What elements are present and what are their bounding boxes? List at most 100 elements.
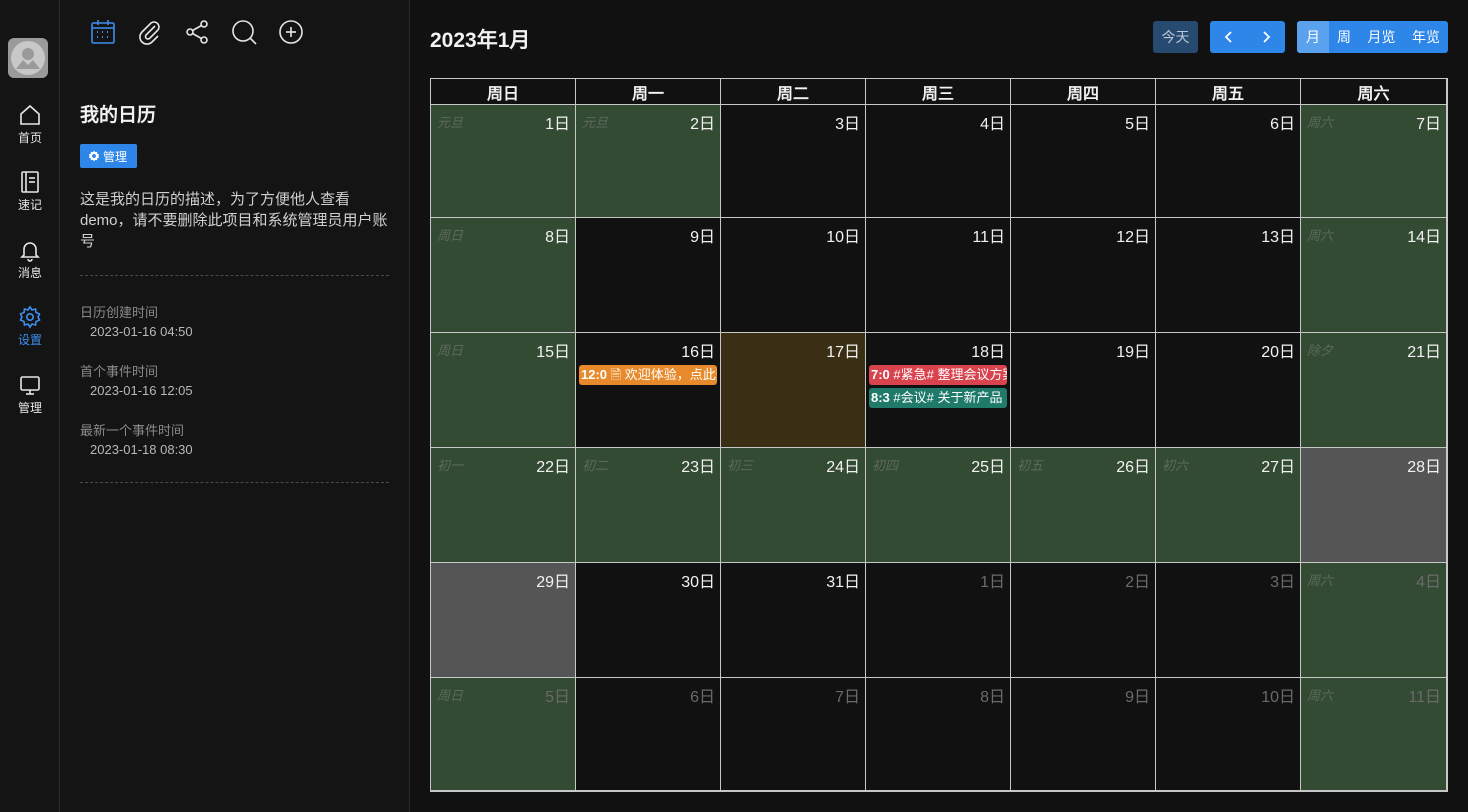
day-cell[interactable]: 12日 xyxy=(1011,218,1156,333)
day-cell[interactable]: 周日 5日 xyxy=(431,678,576,791)
day-number: 26日 xyxy=(1116,459,1150,476)
day-cell[interactable]: 周日 15日 xyxy=(431,333,576,448)
next-month-button[interactable] xyxy=(1247,21,1284,53)
manage-button[interactable]: 管理 xyxy=(80,144,138,168)
event-time: 8:3 xyxy=(871,390,890,405)
day-cell[interactable]: 4日 xyxy=(866,105,1011,218)
day-number: 18日 xyxy=(971,344,1005,361)
day-cell[interactable]: 初四 25日 xyxy=(866,448,1011,563)
nav-item-home[interactable]: 首页 xyxy=(0,103,60,159)
day-cell[interactable]: 2日 xyxy=(1011,563,1156,678)
day-cell[interactable]: 周六 14日 xyxy=(1301,218,1447,333)
event-title: #会议# 关于新产品 xyxy=(889,390,1003,405)
day-cell[interactable]: 9日 xyxy=(576,218,721,333)
nav-item-messages[interactable]: 消息 xyxy=(0,238,60,294)
day-cell[interactable]: 初三 24日 xyxy=(721,448,866,563)
nav-item-admin[interactable]: 管理 xyxy=(0,373,60,429)
event-time: 12:0 xyxy=(581,367,608,382)
divider xyxy=(80,482,389,483)
today-button[interactable]: 今天 xyxy=(1153,21,1198,53)
search-tool-button[interactable] xyxy=(230,18,258,46)
day-cell[interactable]: 20日 xyxy=(1156,333,1301,448)
share-tool-button[interactable] xyxy=(183,18,211,46)
day-cell[interactable]: 初二 23日 xyxy=(576,448,721,563)
weekday-header: 周二 xyxy=(721,79,866,105)
nav-label: 管理 xyxy=(17,401,42,415)
day-number: 8日 xyxy=(545,229,570,246)
home-icon xyxy=(20,104,40,125)
event-chip[interactable]: 8:3 #会议# 关于新产品 xyxy=(869,388,1007,408)
chevron-right-icon xyxy=(1262,31,1270,43)
day-number: 31日 xyxy=(826,574,860,591)
day-cell[interactable]: 周六 7日 xyxy=(1301,105,1447,218)
nav-item-settings[interactable]: 设置 xyxy=(0,305,60,361)
prev-next-group xyxy=(1210,21,1285,53)
day-cell[interactable]: 29日 xyxy=(431,563,576,678)
day-cell[interactable]: 6日 xyxy=(1156,105,1301,218)
day-cell[interactable]: 元旦 2日 xyxy=(576,105,721,218)
day-cell[interactable]: 17日 xyxy=(721,333,866,448)
day-annotation: 初四 xyxy=(872,458,899,473)
day-cell[interactable]: 8日 xyxy=(866,678,1011,791)
day-cell[interactable]: 3日 xyxy=(721,105,866,218)
day-cell[interactable]: 6日 xyxy=(576,678,721,791)
event-chip[interactable]: 7:0 #紧急# 整理会议方案 xyxy=(869,365,1007,385)
day-cell[interactable]: 19日 xyxy=(1011,333,1156,448)
day-cell[interactable]: 10日 xyxy=(721,218,866,333)
day-number: 5日 xyxy=(545,689,570,706)
add-tool-button[interactable] xyxy=(277,18,305,46)
view-week-button[interactable]: 周 xyxy=(1329,21,1359,53)
left-nav: 首页 速记 消息 设置 管理 xyxy=(0,0,60,812)
day-cell[interactable]: 9日 xyxy=(1011,678,1156,791)
view-month-button[interactable]: 月 xyxy=(1297,21,1329,53)
day-cell[interactable]: 31日 xyxy=(721,563,866,678)
day-annotation: 周日 xyxy=(437,343,464,358)
day-cell[interactable]: 周六 4日 xyxy=(1301,563,1447,678)
view-switcher: 月 周 月览 年览 xyxy=(1297,21,1448,53)
day-cell[interactable]: 除夕 21日 xyxy=(1301,333,1447,448)
day-cell[interactable]: 7日 xyxy=(721,678,866,791)
view-month-overview-button[interactable]: 月览 xyxy=(1359,21,1404,53)
day-cell[interactable]: 3日 xyxy=(1156,563,1301,678)
day-number: 5日 xyxy=(1125,116,1150,133)
calendar-tool-button[interactable] xyxy=(89,18,117,46)
day-cell[interactable]: 18日 7:0 #紧急# 整理会议方案 8:3 #会议# 关于新产品 xyxy=(866,333,1011,448)
day-cell[interactable]: 周日 8日 xyxy=(431,218,576,333)
day-number: 28日 xyxy=(1407,459,1441,476)
day-number: 20日 xyxy=(1261,344,1295,361)
event-title: 🗎 欢迎体验，点此查看 xyxy=(610,367,717,382)
day-cell[interactable]: 周六 11日 xyxy=(1301,678,1447,791)
attachment-tool-button[interactable] xyxy=(136,18,164,46)
event-chip[interactable]: 12:0 🗎 欢迎体验，点此查看 xyxy=(579,365,717,385)
day-cell[interactable]: 10日 xyxy=(1156,678,1301,791)
calendar-description: 这是我的日历的描述，为了方便他人查看demo，请不要删除此项目和系统管理员用户账… xyxy=(80,191,388,250)
day-cell[interactable]: 13日 xyxy=(1156,218,1301,333)
day-number: 10日 xyxy=(826,229,860,246)
day-number: 4日 xyxy=(980,116,1005,133)
day-cell[interactable]: 16日 12:0 🗎 欢迎体验，点此查看 xyxy=(576,333,721,448)
weekday-header: 周四 xyxy=(1011,79,1156,105)
day-cell[interactable]: 1日 xyxy=(866,563,1011,678)
prev-month-button[interactable] xyxy=(1210,21,1247,53)
day-number: 6日 xyxy=(1270,116,1295,133)
day-number: 1日 xyxy=(980,574,1005,591)
day-cell[interactable]: 初六 27日 xyxy=(1156,448,1301,563)
latest-event-time-value: 2023-01-18 08:30 xyxy=(90,442,193,457)
day-cell[interactable]: 初五 26日 xyxy=(1011,448,1156,563)
day-cell[interactable]: 28日 xyxy=(1301,448,1447,563)
day-cell[interactable]: 元旦 1日 xyxy=(431,105,576,218)
nav-item-notes[interactable]: 速记 xyxy=(0,170,60,226)
day-number: 19日 xyxy=(1116,344,1150,361)
day-cell[interactable]: 5日 xyxy=(1011,105,1156,218)
day-cell[interactable]: 初一 22日 xyxy=(431,448,576,563)
gear-icon xyxy=(88,150,100,162)
day-cell[interactable]: 30日 xyxy=(576,563,721,678)
day-number: 3日 xyxy=(835,116,860,133)
view-year-overview-button[interactable]: 年览 xyxy=(1404,21,1448,53)
day-number: 21日 xyxy=(1407,344,1441,361)
calendar-info-panel: 我的日历 管理 这是我的日历的描述，为了方便他人查看demo，请不要删除此项目和… xyxy=(60,0,410,812)
avatar[interactable] xyxy=(8,38,48,78)
day-number: 16日 xyxy=(681,344,715,361)
day-cell[interactable]: 11日 xyxy=(866,218,1011,333)
month-grid: 周日 周一 周二 周三 周四 周五 周六 元旦 1日 元旦 2日 3日 4日 5日 6日 周六 7日 周日 8日 9日… xyxy=(430,78,1448,792)
